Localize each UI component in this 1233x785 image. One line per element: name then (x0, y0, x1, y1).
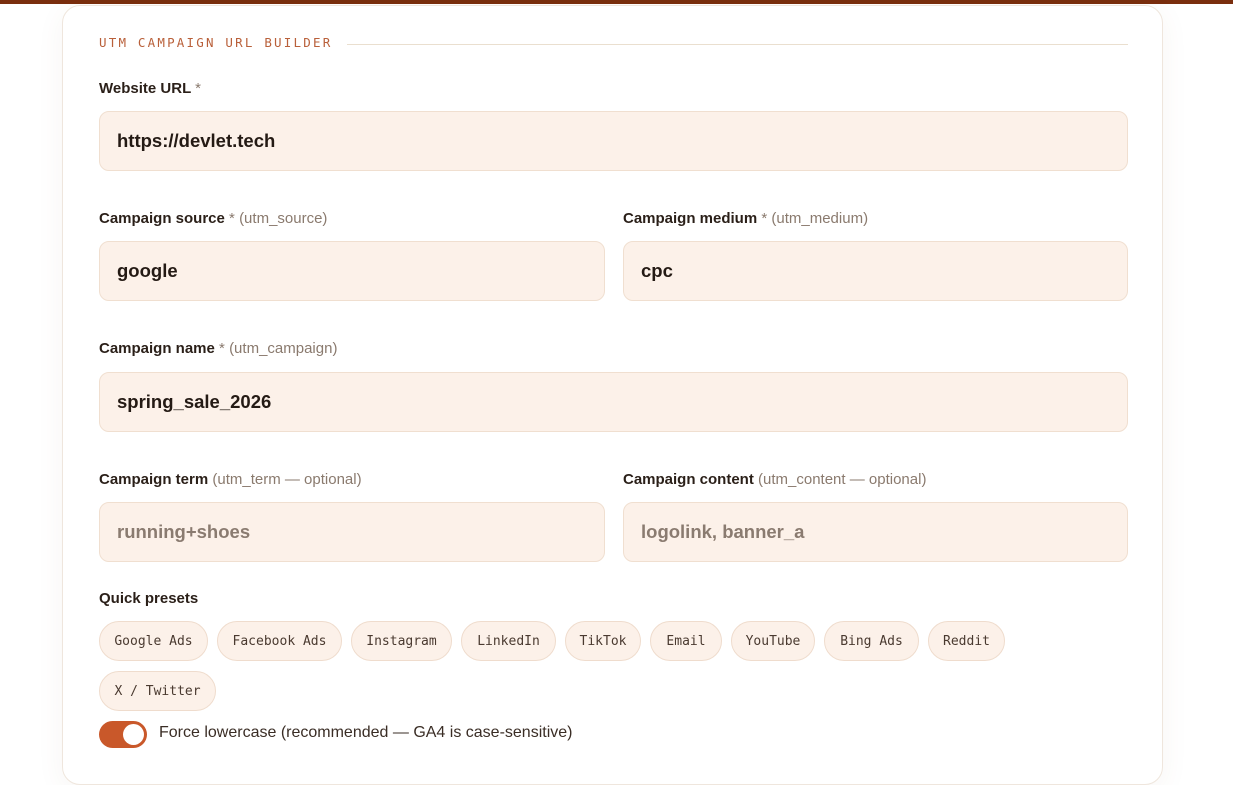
section-title: UTM CAMPAIGN URL BUILDER (99, 35, 333, 50)
preset-youtube-button[interactable]: YouTube (731, 621, 815, 661)
preset-reddit-button[interactable]: Reddit (928, 621, 1005, 661)
section-divider (347, 44, 1128, 45)
campaign-content-hint: (utm_content — optional) (758, 471, 927, 488)
campaign-source-label-text: Campaign source (99, 210, 225, 227)
campaign-term-label: Campaign term (utm_term — optional) (99, 471, 362, 488)
campaign-name-hint: (utm_campaign) (229, 340, 338, 357)
campaign-term-input[interactable]: running+shoes (99, 502, 605, 562)
required-marker: * (195, 80, 201, 97)
campaign-content-label-text: Campaign content (623, 471, 754, 488)
campaign-name-input[interactable]: spring_sale_2026 (99, 372, 1128, 432)
required-marker: * (229, 210, 235, 227)
campaign-medium-hint: (utm_medium) (771, 210, 869, 227)
campaign-medium-label: Campaign medium * (utm_medium) (623, 210, 868, 227)
toggle-knob (123, 724, 144, 745)
preset-instagram-button[interactable]: Instagram (351, 621, 452, 661)
campaign-name-label: Campaign name * (utm_campaign) (99, 340, 337, 357)
campaign-content-input[interactable]: logolink, banner_a (623, 502, 1128, 562)
preset-tiktok-button[interactable]: TikTok (565, 621, 641, 661)
campaign-source-input[interactable]: google (99, 241, 605, 301)
campaign-source-hint: (utm_source) (239, 210, 328, 227)
campaign-source-label: Campaign source * (utm_source) (99, 210, 327, 227)
quick-presets-label: Quick presets (99, 590, 199, 607)
top-accent-bar (0, 0, 1233, 4)
preset-email-button[interactable]: Email (650, 621, 722, 661)
campaign-medium-label-text: Campaign medium (623, 210, 758, 227)
website-url-input[interactable]: https://devlet.tech (99, 111, 1128, 171)
campaign-content-label: Campaign content (utm_content — optional… (623, 471, 926, 488)
force-lowercase-label: Force lowercase (recommended — GA4 is ca… (159, 724, 573, 741)
preset-facebook-ads-button[interactable]: Facebook Ads (217, 621, 342, 661)
website-url-label-text: Website URL (99, 80, 191, 97)
preset-x-twitter-button[interactable]: X / Twitter (99, 671, 216, 711)
campaign-name-label-text: Campaign name (99, 340, 215, 357)
campaign-term-label-text: Campaign term (99, 471, 209, 488)
required-marker: * (219, 340, 225, 357)
campaign-medium-input[interactable]: cpc (623, 241, 1128, 301)
campaign-term-hint: (utm_term — optional) (212, 471, 362, 488)
preset-google-ads-button[interactable]: Google Ads (99, 621, 208, 661)
preset-linkedin-button[interactable]: LinkedIn (461, 621, 556, 661)
website-url-label: Website URL * (99, 80, 201, 97)
force-lowercase-toggle[interactable] (99, 721, 147, 748)
preset-bing-ads-button[interactable]: Bing Ads (824, 621, 919, 661)
required-marker: * (761, 210, 768, 227)
